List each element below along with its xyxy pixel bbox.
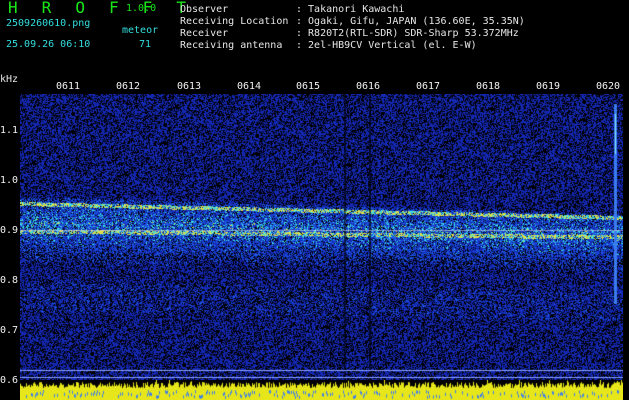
x-tick: 0620 bbox=[596, 81, 621, 92]
app-version: 1.0.0 bbox=[126, 3, 157, 14]
y-tick: 1.1 bbox=[0, 125, 19, 136]
info-label-antenna: Receiving antenna bbox=[180, 40, 283, 51]
timestamp: 25.09.26 06:10 bbox=[6, 39, 91, 50]
info-value-location: : Ogaki, Gifu, JAPAN (136.60E, 35.35N) bbox=[296, 16, 525, 27]
x-tick: 0612 bbox=[116, 81, 141, 92]
x-tick: 0611 bbox=[56, 81, 81, 92]
app-title: H R O F F T bbox=[8, 0, 194, 17]
y-tick: 0.6 bbox=[0, 375, 19, 386]
y-axis-unit: kHz bbox=[0, 74, 19, 85]
info-value-antenna: : 2el-HB9CV Vertical (el. E-W) bbox=[296, 40, 477, 51]
y-tick: 0.7 bbox=[0, 325, 19, 336]
info-value-receiver: : R820T2(RTL-SDR) SDR-Sharp 53.372MHz bbox=[296, 28, 519, 39]
x-tick: 0613 bbox=[177, 81, 202, 92]
info-value-observer: : Takanori Kawachi bbox=[296, 4, 405, 15]
y-tick: 0.8 bbox=[0, 275, 19, 286]
x-tick: 0616 bbox=[356, 81, 381, 92]
signal-strength-strip bbox=[20, 380, 623, 400]
spectrogram-display[interactable] bbox=[20, 94, 623, 380]
y-tick: 0.9 bbox=[0, 225, 19, 236]
info-label-observer: Observer bbox=[180, 4, 229, 15]
meteor-count: 71 bbox=[139, 39, 152, 50]
x-tick: 0618 bbox=[476, 81, 501, 92]
info-label-receiver: Receiver bbox=[180, 28, 229, 39]
x-tick: 0615 bbox=[296, 81, 321, 92]
meteor-label: meteor bbox=[122, 25, 159, 36]
y-tick: 1.0 bbox=[0, 175, 19, 186]
x-tick: 0617 bbox=[416, 81, 441, 92]
x-tick: 0619 bbox=[536, 81, 561, 92]
x-tick: 0614 bbox=[237, 81, 262, 92]
info-label-location: Receiving Location bbox=[180, 16, 289, 27]
file-name: 2509260610.png bbox=[6, 18, 91, 29]
